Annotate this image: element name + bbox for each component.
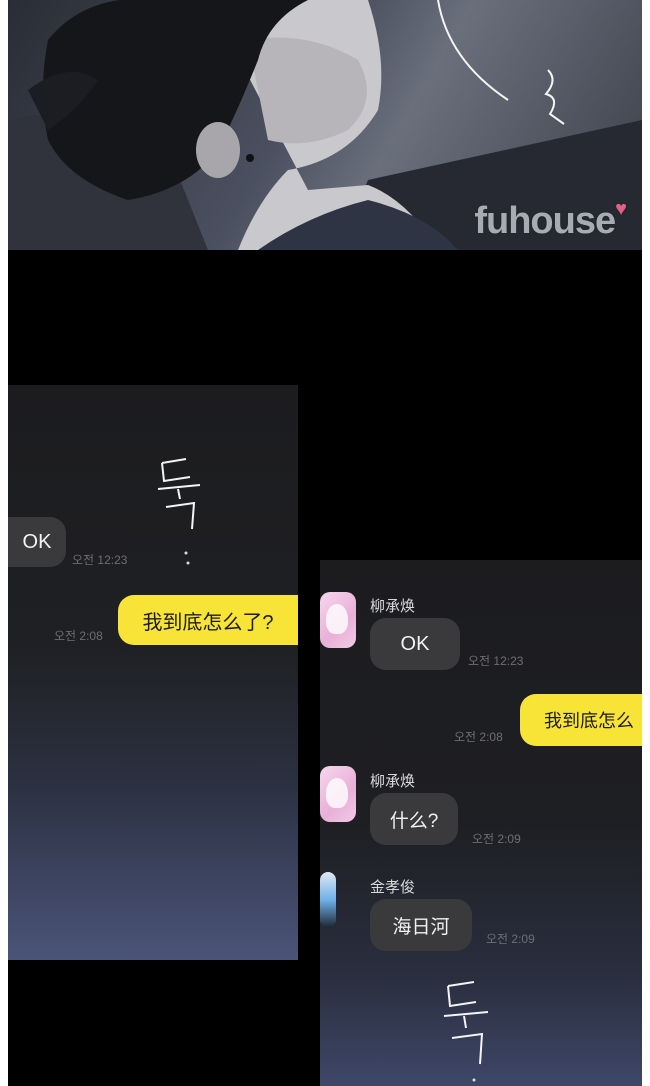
message-time: 오전 12:23 (72, 553, 128, 567)
message-text: 我到底怎么了? (142, 611, 274, 634)
comic-strip: fuhouse♥ OK 오전 12:23 오전 2:08 我到底怎么了? 柳承焕… (8, 0, 642, 1086)
message-bubble-sent: 我到底怎么 (520, 694, 642, 746)
sender-name: 金孝俊 (370, 879, 416, 896)
message-time: 오전 2:09 (486, 932, 535, 946)
message-text: 什么? (389, 810, 439, 832)
avatar (320, 592, 356, 648)
heart-icon: ♥ (615, 198, 627, 220)
message-bubble-received: OK (8, 517, 66, 567)
message-bubble-sent: 我到底怎么了? (118, 595, 298, 645)
message-text: OK (400, 632, 430, 655)
sender-name: 柳承焕 (370, 773, 416, 790)
chat-screen-left: OK 오전 12:23 오전 2:08 我到底怎么了? (8, 385, 298, 960)
message-time: 오전 12:23 (468, 654, 524, 668)
message-text: 我到底怎么 (544, 711, 634, 731)
message-bubble-received: 海日河 (370, 899, 472, 951)
message-time: 오전 2:08 (54, 629, 103, 643)
avatar (320, 872, 336, 928)
chat-screen-right: 柳承焕 OK 오전 12:23 오전 2:08 我到底怎么 柳承焕 什么? 오전… (320, 560, 642, 1086)
message-text: 海日河 (392, 916, 450, 938)
sender-name: 柳承焕 (370, 598, 416, 615)
illustration-panel: fuhouse♥ (8, 0, 642, 250)
message-text: OK (22, 530, 52, 553)
tok-sound-effect (157, 458, 201, 565)
message-time: 오전 2:08 (454, 730, 503, 744)
message-time: 오전 2:09 (472, 832, 521, 846)
message-bubble-received: OK (370, 618, 460, 670)
watermark: fuhouse♥ (474, 198, 627, 243)
message-bubble-received: 什么? (370, 793, 458, 845)
avatar (320, 766, 356, 822)
watermark-text: fuhouse (474, 200, 616, 242)
tok-sound-effect (443, 981, 489, 1082)
